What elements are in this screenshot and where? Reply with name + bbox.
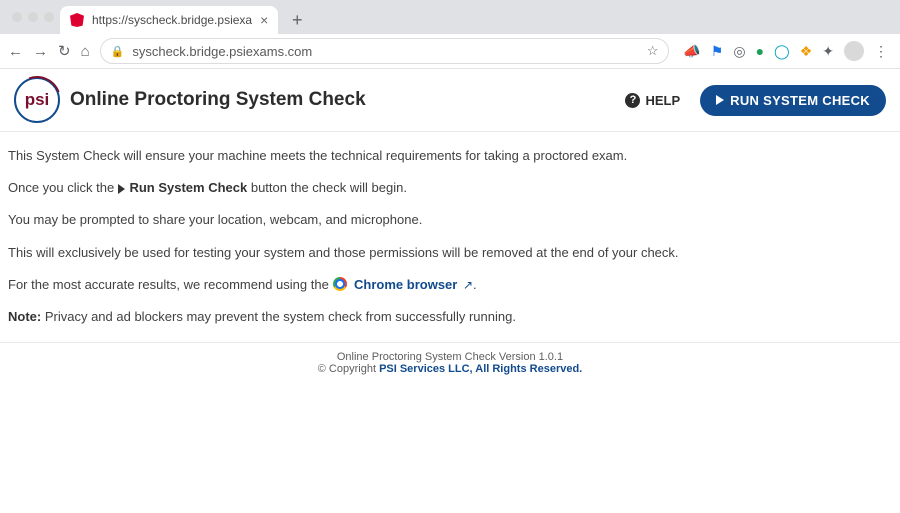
window-max-dot[interactable] bbox=[44, 12, 54, 22]
ext-chat-icon[interactable]: ◯ bbox=[774, 43, 790, 60]
intro-para-1: This System Check will ensure your machi… bbox=[8, 147, 892, 165]
run-label: RUN SYSTEM CHECK bbox=[730, 93, 870, 108]
bookmark-star-icon[interactable]: ☆ bbox=[647, 43, 659, 59]
profile-avatar-icon[interactable] bbox=[844, 41, 864, 61]
nav-back-icon[interactable]: ← bbox=[8, 43, 23, 60]
ext-circle-icon[interactable]: ◎ bbox=[733, 43, 745, 60]
p2-post: button the check will begin. bbox=[251, 180, 407, 195]
lock-icon: 🔒 bbox=[111, 45, 125, 58]
page-footer: Online Proctoring System Check Version 1… bbox=[0, 342, 900, 383]
run-system-check-button[interactable]: RUN SYSTEM CHECK bbox=[700, 85, 886, 116]
external-link-icon: ↗ bbox=[463, 278, 473, 292]
help-icon: ? bbox=[625, 93, 640, 108]
url-text: syscheck.bridge.psiexams.com bbox=[132, 44, 312, 59]
ext-color-icon[interactable]: ❖ bbox=[800, 43, 813, 60]
psi-logo-icon: psi bbox=[14, 77, 60, 123]
browser-toolbar: ← → ↻ ⌂ 🔒 syscheck.bridge.psiexams.com ☆… bbox=[0, 34, 900, 69]
browser-tab[interactable]: https://syscheck.bridge.psiexa × bbox=[60, 6, 278, 34]
new-tab-button[interactable]: + bbox=[284, 7, 310, 33]
nav-home-icon[interactable]: ⌂ bbox=[81, 43, 90, 60]
p2-bold: Run System Check bbox=[129, 180, 247, 195]
p5-pre: For the most accurate results, we recomm… bbox=[8, 277, 332, 292]
play-icon bbox=[716, 95, 724, 105]
chrome-logo-icon bbox=[333, 277, 347, 291]
ext-flag-icon[interactable]: ⚑ bbox=[711, 43, 724, 60]
p2-pre: Once you click the bbox=[8, 180, 118, 195]
footer-copyright: © Copyright bbox=[318, 363, 379, 375]
main-content: This System Check will ensure your machi… bbox=[0, 132, 900, 342]
note-text: Privacy and ad blockers may prevent the … bbox=[45, 309, 516, 324]
page-title: Online Proctoring System Check bbox=[70, 89, 366, 111]
browser-titlebar: https://syscheck.bridge.psiexa × + bbox=[0, 0, 900, 34]
app-header: psi Online Proctoring System Check ? HEL… bbox=[0, 69, 900, 132]
address-bar[interactable]: 🔒 syscheck.bridge.psiexams.com ☆ bbox=[100, 38, 670, 64]
tab-title: https://syscheck.bridge.psiexa bbox=[92, 13, 252, 27]
p5-post: . bbox=[473, 277, 477, 292]
window-close-dot[interactable] bbox=[12, 12, 22, 22]
intro-para-3: You may be prompted to share your locati… bbox=[8, 211, 892, 229]
window-min-dot[interactable] bbox=[28, 12, 38, 22]
nav-reload-icon[interactable]: ↻ bbox=[58, 42, 71, 60]
inline-play-icon bbox=[118, 184, 125, 194]
chrome-browser-link[interactable]: Chrome browser bbox=[354, 277, 457, 292]
nav-forward-icon[interactable]: → bbox=[33, 43, 48, 60]
intro-para-2: Once you click the Run System Check butt… bbox=[8, 179, 892, 197]
intro-para-4: This will exclusively be used for testin… bbox=[8, 244, 892, 262]
footer-version: Online Proctoring System Check Version 1… bbox=[0, 351, 900, 363]
ext-shield-icon[interactable]: ● bbox=[756, 43, 764, 59]
extension-icons: 📣 ⚑ ◎ ● ◯ ❖ ✦ ⋮ bbox=[679, 41, 892, 61]
help-label: HELP bbox=[645, 93, 680, 108]
browser-menu-icon[interactable]: ⋮ bbox=[874, 43, 888, 60]
window-controls bbox=[8, 12, 54, 34]
ext-megaphone-icon[interactable]: 📣 bbox=[683, 43, 700, 60]
intro-para-5: For the most accurate results, we recomm… bbox=[8, 276, 892, 294]
tab-close-icon[interactable]: × bbox=[260, 13, 268, 27]
note-label: Note: bbox=[8, 309, 41, 324]
ext-puzzle-icon[interactable]: ✦ bbox=[822, 43, 834, 60]
intro-para-6: Note: Privacy and ad blockers may preven… bbox=[8, 308, 892, 326]
help-button[interactable]: ? HELP bbox=[615, 89, 690, 112]
footer-psi-link[interactable]: PSI Services LLC, All Rights Reserved. bbox=[379, 363, 582, 375]
angular-favicon-icon bbox=[70, 13, 84, 27]
